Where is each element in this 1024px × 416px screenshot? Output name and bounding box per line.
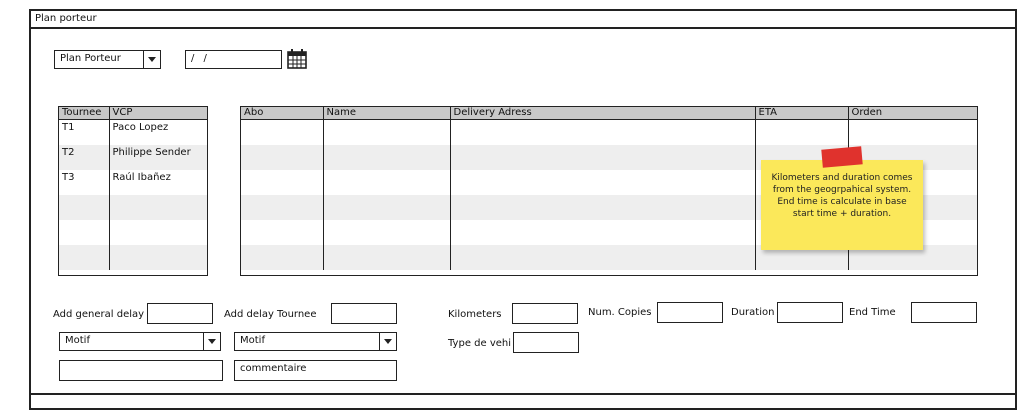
date-field-value: / /: [191, 53, 210, 64]
tournee-cell: T3: [59, 170, 109, 195]
table-row[interactable]: [59, 220, 207, 245]
num-copies-input[interactable]: [657, 302, 723, 323]
window-title: Plan porteur: [29, 9, 1017, 29]
tournee-cell: [59, 245, 109, 270]
view-select[interactable]: Plan Porteur: [54, 50, 161, 69]
motif-select[interactable]: Motif: [59, 332, 221, 351]
duration-input[interactable]: [777, 302, 843, 323]
num-copies-label: Num. Copies: [588, 306, 652, 320]
table-row[interactable]: [59, 245, 207, 270]
column-header[interactable]: Abo: [241, 107, 323, 120]
vcp-cell: [109, 245, 207, 270]
column-header[interactable]: Delivery Adress: [450, 107, 755, 120]
type-vehicle-input[interactable]: [513, 332, 579, 353]
column-header[interactable]: Orden: [848, 107, 977, 120]
column-header[interactable]: ETA: [755, 107, 848, 120]
column-header[interactable]: Tournee: [59, 107, 109, 120]
table-row[interactable]: [59, 195, 207, 220]
comment-input[interactable]: [59, 360, 223, 381]
tournee-cell: T1: [59, 120, 109, 146]
vcp-cell: Paco Lopez: [109, 120, 207, 146]
tournee-cell: [59, 195, 109, 220]
vcp-cell: Philippe Sender: [109, 145, 207, 170]
duration-label: Duration: [731, 306, 774, 320]
date-field[interactable]: / /: [185, 50, 282, 69]
vcp-cell: [109, 195, 207, 220]
delivery-table-header: Abo Name Delivery Adress ETA Orden: [241, 107, 977, 120]
vcp-cell: Raúl Ibañez: [109, 170, 207, 195]
pin-icon: [821, 146, 862, 167]
column-header[interactable]: VCP: [109, 107, 207, 120]
status-bar: [29, 393, 1017, 410]
chevron-down-icon[interactable]: [143, 51, 160, 68]
chevron-down-icon[interactable]: [203, 333, 220, 350]
kilometers-input[interactable]: [512, 303, 578, 324]
end-time-input[interactable]: [911, 302, 977, 323]
vcp-cell: [109, 220, 207, 245]
view-select-value: Plan Porteur: [60, 53, 121, 64]
table-row[interactable]: T1 Paco Lopez: [59, 120, 207, 146]
kilometers-label: Kilometers: [448, 308, 502, 322]
column-header[interactable]: Name: [323, 107, 450, 120]
commentaire-value: commentaire: [240, 363, 306, 374]
tournee-cell: T2: [59, 145, 109, 170]
add-general-delay-label: Add general delay: [53, 308, 144, 322]
sticky-note-text: Kilometers and duration comes from the g…: [771, 173, 912, 219]
table-row[interactable]: T2 Philippe Sender: [59, 145, 207, 170]
motif-tournee-select-value: Motif: [240, 335, 265, 346]
chevron-down-icon[interactable]: [379, 333, 396, 350]
tournee-table-header: Tournee VCP: [59, 107, 207, 120]
add-delay-tournee-label: Add delay Tournee: [224, 308, 317, 322]
calendar-icon[interactable]: [286, 48, 308, 70]
type-vehicle-label: Type de vehi: [448, 337, 511, 351]
commentaire-input[interactable]: commentaire: [234, 360, 397, 381]
motif-tournee-select[interactable]: Motif: [234, 332, 397, 351]
table-row[interactable]: [241, 120, 977, 146]
tournee-table: Tournee VCP T1 Paco Lopez T2 Philippe Se…: [58, 106, 208, 276]
tournee-cell: [59, 220, 109, 245]
sticky-note: Kilometers and duration comes from the g…: [761, 160, 923, 250]
end-time-label: End Time: [849, 306, 896, 320]
add-general-delay-input[interactable]: [147, 303, 213, 324]
table-row[interactable]: T3 Raúl Ibañez: [59, 170, 207, 195]
motif-select-value: Motif: [65, 335, 90, 346]
add-delay-tournee-input[interactable]: [331, 303, 397, 324]
